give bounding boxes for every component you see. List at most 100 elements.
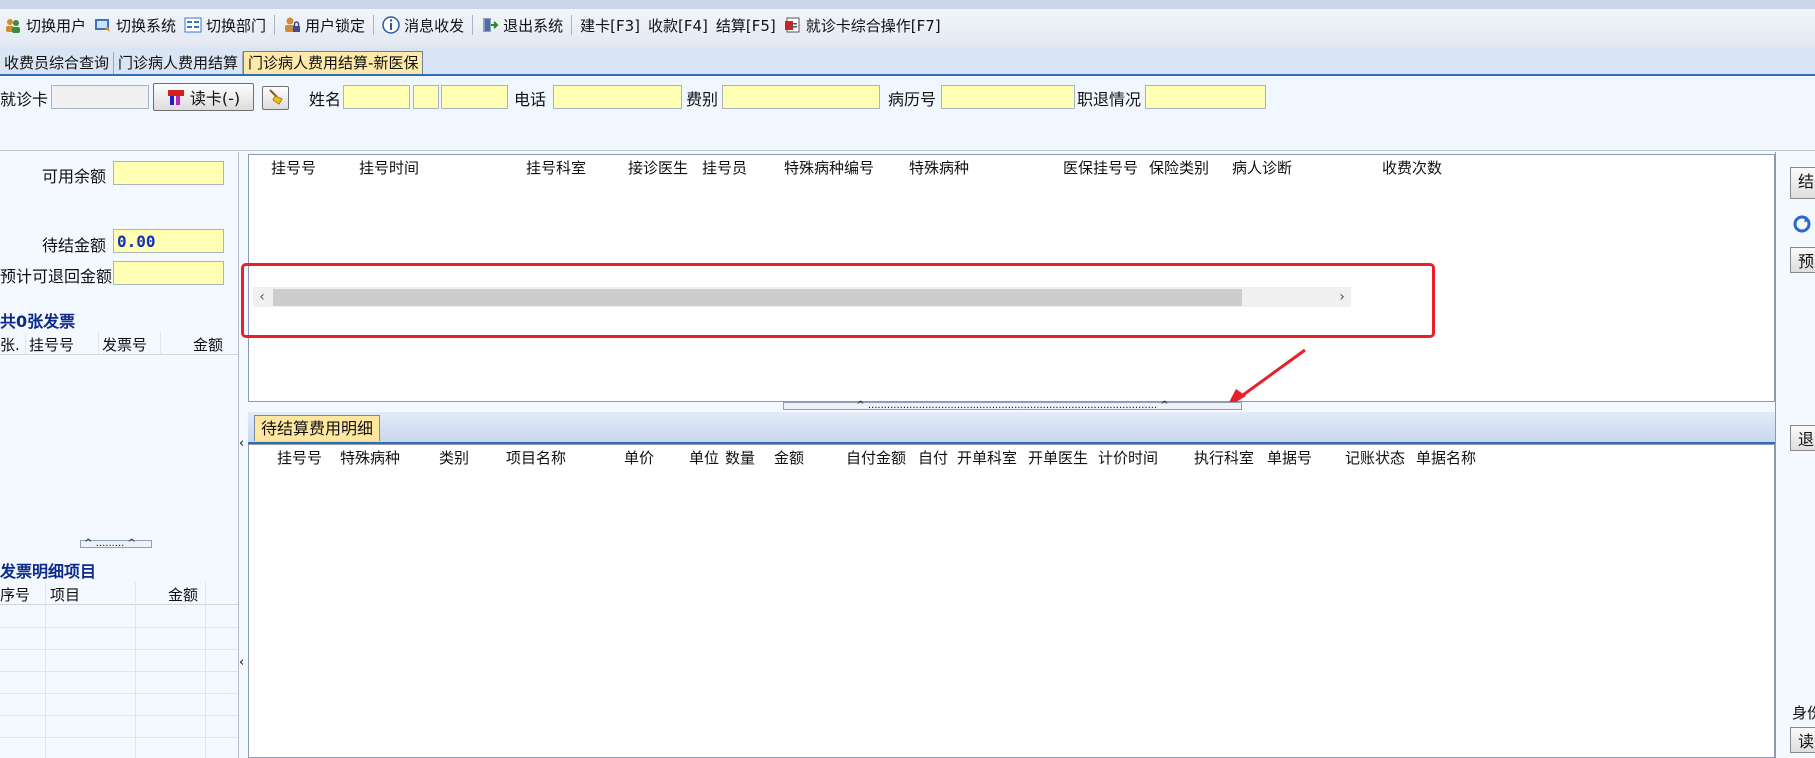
detail-tab-strip — [248, 412, 1775, 444]
tab-outpatient-settlement[interactable]: 门诊病人费用结算 — [114, 52, 244, 74]
switch-department-label: 切换部门 — [206, 16, 267, 35]
col-divider — [98, 332, 99, 354]
switch-user-button[interactable]: 切换用户 — [0, 12, 90, 38]
phone-input[interactable] — [553, 85, 682, 109]
main-toolbar: 切换用户 切换系统 切换部门 用户锁定 消息收发 退出系统 建卡[F3] 收款[… — [0, 0, 1815, 49]
switch-system-button[interactable]: 切换系统 — [90, 12, 180, 38]
col-category: 类别 — [439, 449, 470, 467]
col-order-doctor: 开单医生 — [1028, 449, 1089, 467]
settle-label: 结算[F5] — [715, 16, 776, 35]
row-line — [0, 693, 238, 694]
col-special-disease-code: 特殊病种编号 — [784, 159, 875, 177]
invoice-header-row: 张. 挂号号 发票号 金额 — [0, 332, 238, 355]
grid-splitter[interactable]: ^ ......................................… — [783, 401, 1242, 411]
read-id-button[interactable]: 读卡 — [1790, 727, 1815, 753]
tab-outpatient-settlement-new-insurance[interactable]: 门诊病人费用结算-新医保 — [243, 51, 424, 74]
toolbar-separator — [373, 15, 375, 35]
col-divider — [45, 582, 46, 758]
toolbar-separator — [274, 15, 276, 35]
lock-user-button[interactable]: 用户锁定 — [279, 12, 369, 38]
lock-user-icon — [283, 16, 301, 34]
exit-system-label: 退出系统 — [503, 16, 564, 35]
refund-action-button[interactable]: 退 — [1790, 425, 1815, 451]
create-card-button[interactable]: 建卡[F3] — [576, 12, 644, 38]
exit-icon — [481, 16, 499, 34]
messages-button[interactable]: 消息收发 — [378, 12, 468, 38]
refund-label: 预计可退回金额 — [0, 267, 113, 286]
exit-system-button[interactable]: 退出系统 — [477, 12, 567, 38]
messages-label: 消息收发 — [404, 16, 465, 35]
card-operation-icon — [784, 16, 802, 34]
toolbar-items: 切换用户 切换系统 切换部门 用户锁定 消息收发 退出系统 建卡[F3] 收款[… — [0, 12, 945, 38]
row-line — [0, 715, 238, 716]
record-no-label: 病历号 — [888, 90, 937, 109]
col-reg-no: 挂号号 — [277, 449, 323, 467]
left-panel: 可用余额 待结金额 预计可退回金额 共0张发票 张. 挂号号 发票号 金额 ^ … — [0, 152, 239, 758]
pending-amount-input[interactable] — [113, 229, 224, 253]
card-reader-icon — [167, 88, 185, 106]
col-diagnosis: 病人诊断 — [1232, 159, 1293, 177]
employment-input[interactable] — [1145, 85, 1266, 109]
invoice-detail-title: 发票明细项目 — [0, 562, 97, 581]
col-reg-no: 挂号号 — [271, 159, 317, 177]
col-reg-no: 挂号号 — [29, 336, 75, 354]
col-seq: 序号 — [0, 586, 31, 604]
tab-cashier-query[interactable]: 收费员综合查询 — [0, 52, 115, 74]
col-special-disease: 特殊病种 — [340, 449, 401, 467]
settle-action-button[interactable]: 结 — [1790, 167, 1815, 199]
toolbar-separator — [571, 15, 573, 35]
settle-button[interactable]: 结算[F5] — [712, 12, 780, 38]
col-amount: 金额 — [774, 449, 805, 467]
card-number-input[interactable] — [51, 85, 149, 109]
fee-type-input[interactable] — [722, 85, 880, 109]
switch-system-icon — [94, 16, 112, 34]
col-divider — [205, 582, 206, 758]
available-balance-input[interactable] — [113, 161, 224, 185]
refresh-icon[interactable] — [1792, 214, 1812, 234]
available-balance-label: 可用余额 — [42, 167, 107, 186]
col-price-time: 计价时间 — [1098, 449, 1159, 467]
module-tabs: 收费员综合查询 门诊病人费用结算 门诊病人费用结算-新医保 — [0, 48, 1815, 76]
users-icon — [4, 16, 22, 34]
broom-icon — [267, 87, 285, 109]
invoice-count-title: 共0张发票 — [0, 312, 76, 331]
col-exec-dept: 执行科室 — [1194, 449, 1255, 467]
collapse-left-arrow[interactable]: ‹ — [239, 436, 248, 451]
col-sheet: 张. — [0, 336, 20, 354]
col-doc-no: 单据号 — [1267, 449, 1313, 467]
col-self-pay: 自付 — [918, 449, 949, 467]
name-input[interactable] — [343, 85, 410, 109]
clear-button[interactable] — [262, 86, 289, 110]
phone-label: 电话 — [514, 90, 547, 109]
row-line — [0, 649, 238, 650]
row-line — [0, 671, 238, 672]
name-label: 姓名 — [309, 90, 342, 109]
col-reg-dept: 挂号科室 — [526, 159, 587, 177]
read-card-button[interactable]: 读卡(-) — [153, 83, 254, 111]
patient-info-bar: 就诊卡 读卡(-) 姓名 电话 费别 病历号 职退情况 — [0, 76, 1815, 151]
refund-input[interactable] — [113, 261, 224, 285]
pre-settle-button[interactable]: 预 — [1790, 247, 1815, 273]
row-line — [0, 627, 238, 628]
col-registrar: 挂号员 — [702, 159, 748, 177]
gender-input[interactable] — [413, 85, 439, 109]
col-quantity: 数量 — [725, 449, 756, 467]
pending-fee-grid[interactable]: 挂号号 特殊病种 类别 项目名称 单价 单位 数量 金额 自付金额 自付 开单科… — [248, 444, 1775, 758]
lock-user-label: 用户锁定 — [305, 16, 366, 35]
info-icon — [382, 16, 400, 34]
age-input[interactable] — [441, 85, 508, 109]
highlight-box — [241, 263, 1435, 338]
col-divider — [160, 332, 161, 354]
col-reg-time: 挂号时间 — [359, 159, 420, 177]
record-no-input[interactable] — [941, 85, 1075, 109]
switch-department-button[interactable]: 切换部门 — [180, 12, 270, 38]
col-detail-amount: 金额 — [168, 586, 199, 604]
tab-pending-fee-detail[interactable]: 待结算费用明细 — [254, 415, 381, 441]
collapse-left-arrow[interactable]: ‹ — [239, 655, 248, 670]
left-splitter[interactable]: ^ ......... ^ — [80, 539, 152, 549]
collect-payment-button[interactable]: 收款[F4] — [644, 12, 712, 38]
switch-user-label: 切换用户 — [26, 16, 87, 35]
collect-payment-label: 收款[F4] — [647, 16, 708, 35]
col-doc-name: 单据名称 — [1416, 449, 1477, 467]
card-operation-button[interactable]: 就诊卡综合操作[F7] — [780, 12, 945, 38]
